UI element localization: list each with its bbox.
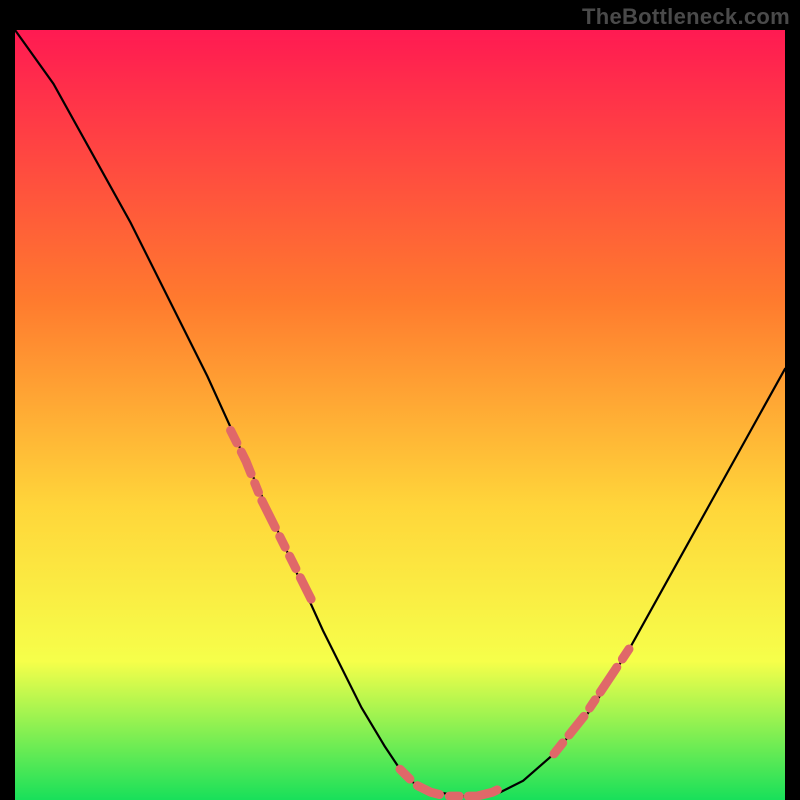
plot-area [15, 30, 785, 800]
chart-frame: TheBottleneck.com [0, 0, 800, 800]
watermark-text: TheBottleneck.com [582, 4, 790, 30]
gradient-background [15, 30, 785, 800]
plot-svg [15, 30, 785, 800]
